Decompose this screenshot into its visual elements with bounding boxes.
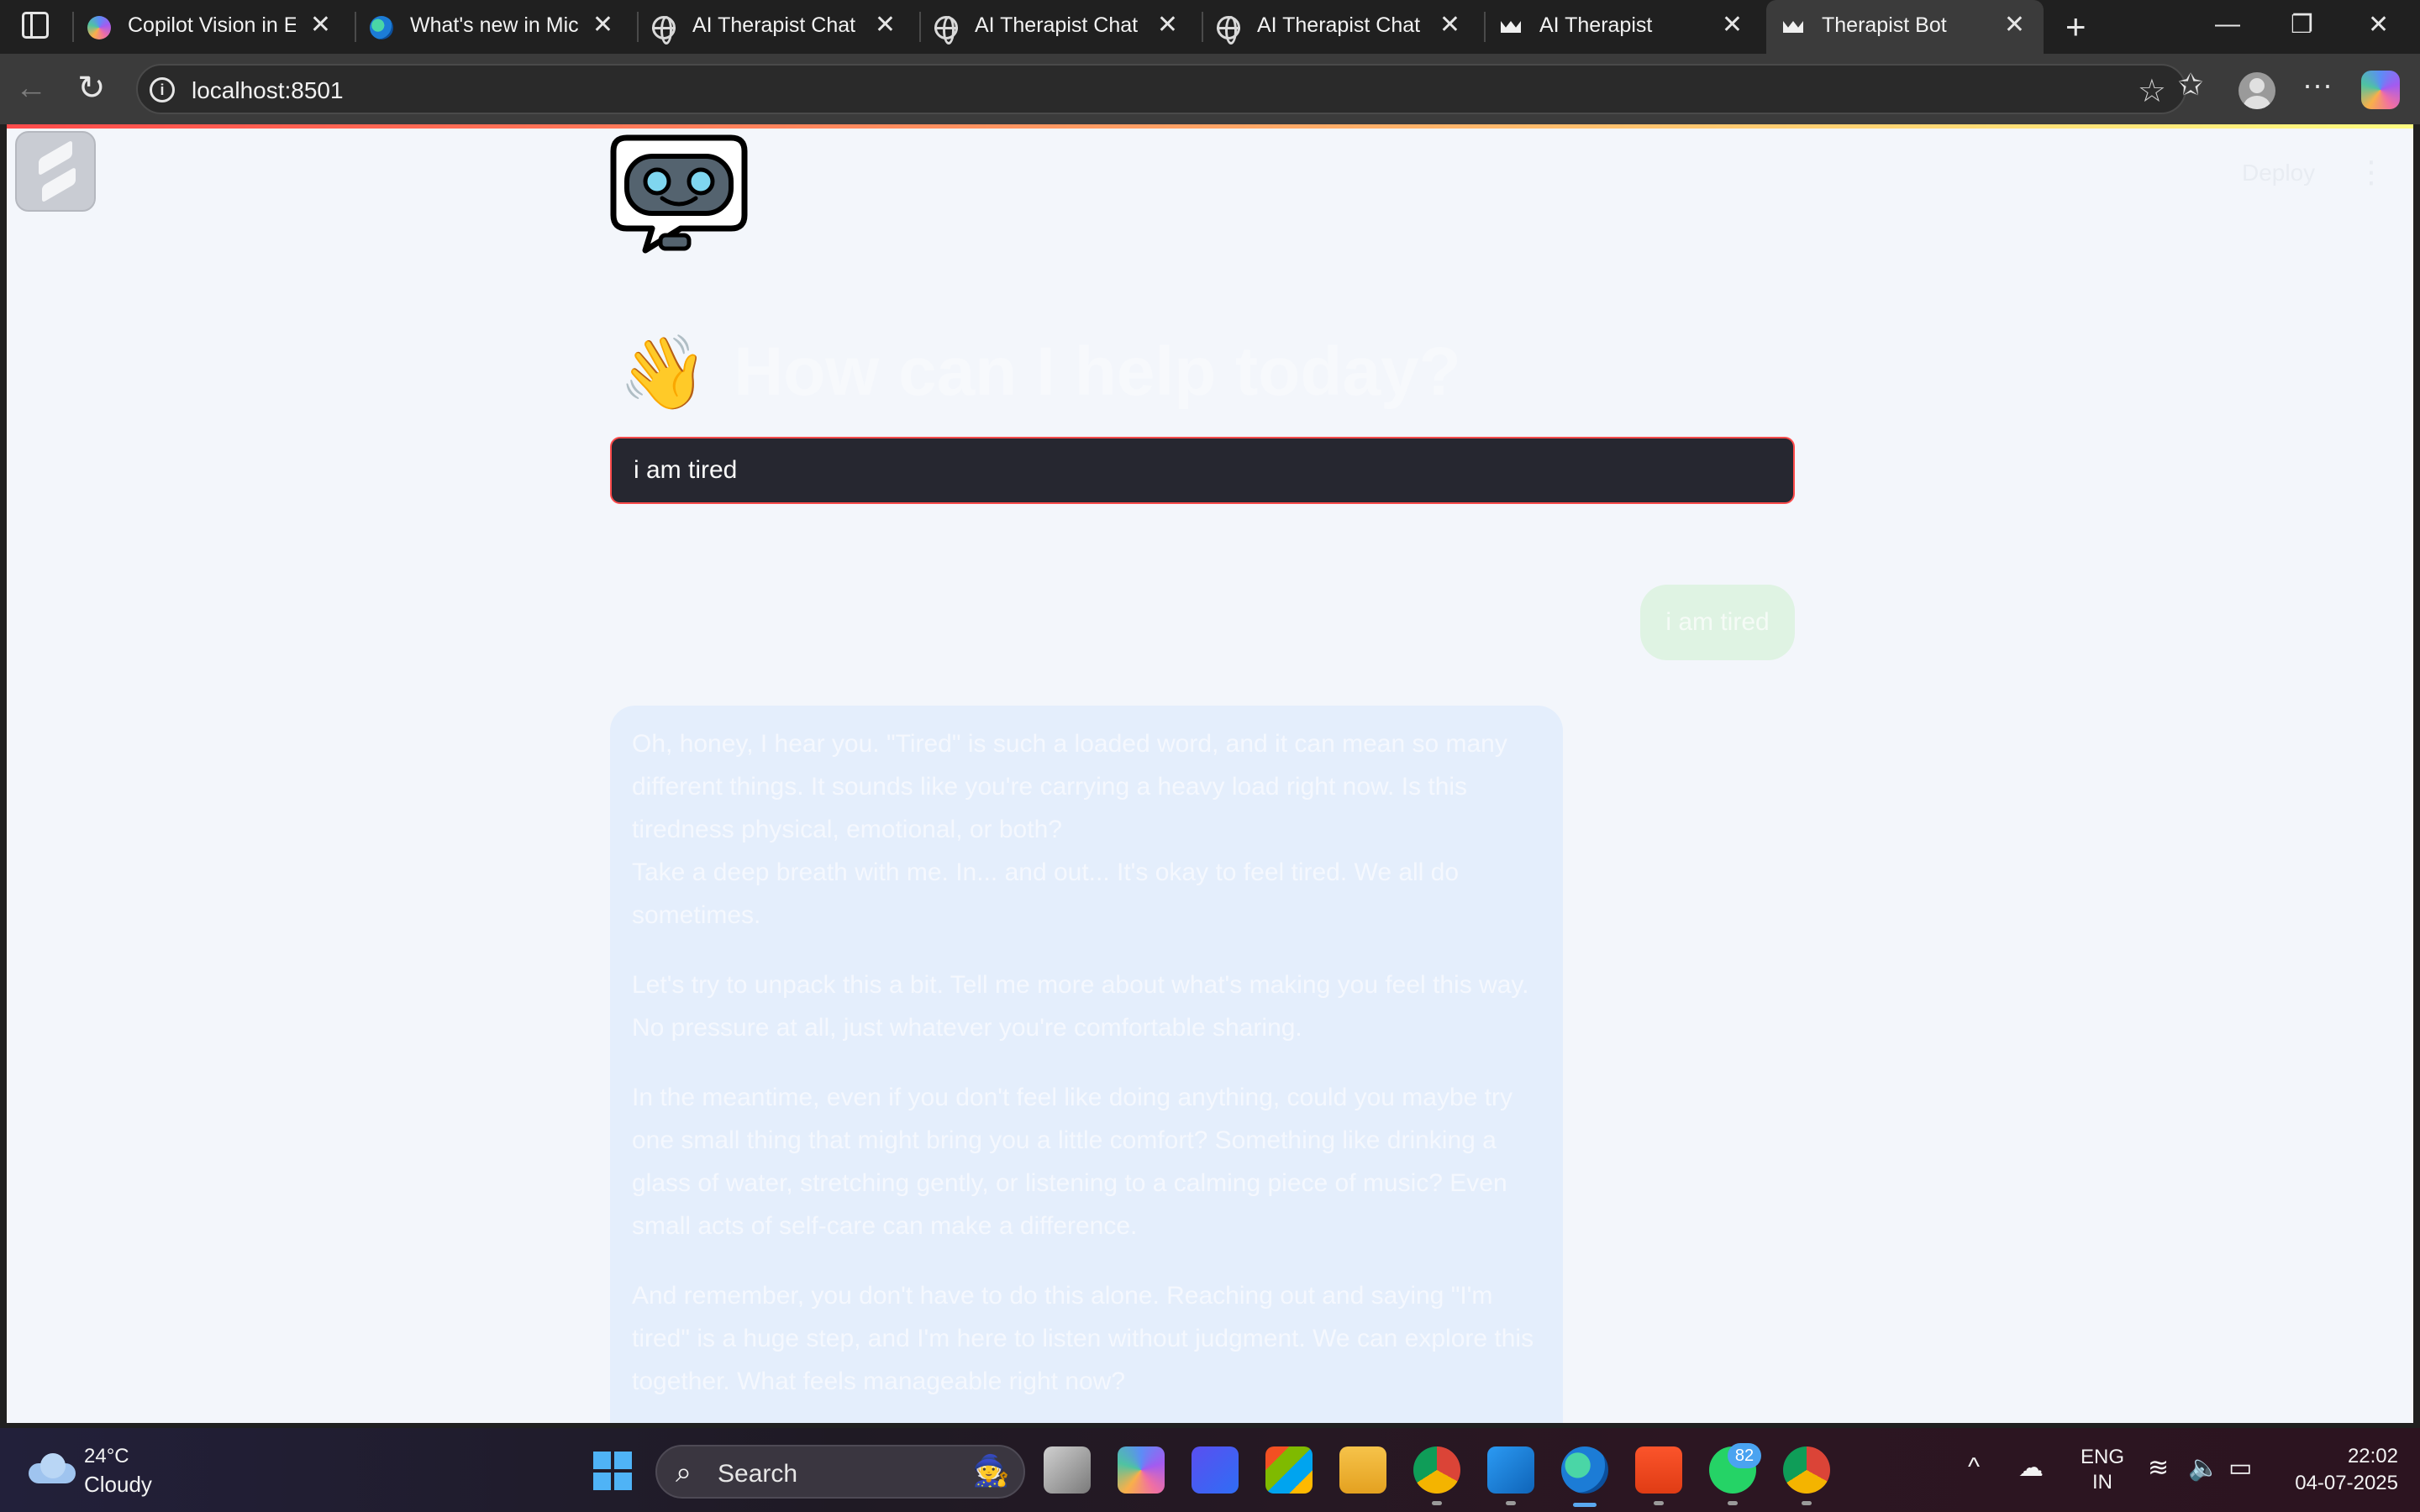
address-url[interactable]: localhost:8501 [192, 77, 344, 104]
streamlit-app-page: Deploy ⋮ 👋 How can I help today? i am ti… [7, 124, 2413, 1423]
vscode-icon[interactable] [1487, 1446, 1534, 1505]
clock-time: 22:02 [2347, 1445, 2398, 1467]
microsoft-store-icon[interactable] [1265, 1446, 1313, 1494]
browser-toolbar: ← ↻ i localhost:8501 ☆ ✩ ··· [0, 54, 2420, 124]
copilot-app-icon[interactable] [1118, 1446, 1165, 1494]
tab-title: AI Therapist [1539, 13, 1653, 37]
tab-whats-new[interactable]: What's new in Microsoft Edge ✕ [355, 0, 632, 54]
streamlit-crown-icon [1499, 16, 1523, 39]
windows-start-icon[interactable] [593, 1452, 632, 1490]
tab-title: What's new in Microsoft Edge [410, 13, 578, 37]
site-info-icon[interactable]: i [150, 77, 175, 102]
taskbar-search-box[interactable]: ⌕ Search 🧙 [655, 1445, 1025, 1499]
windows-taskbar: 24°C Cloudy ⌕ Search 🧙 82 ^ ☁ ENG IN ≋ 🔈… [0, 1428, 2420, 1512]
message-input[interactable]: i am tired [610, 437, 1795, 504]
tab-title: AI Therapist Chat [1257, 13, 1421, 37]
tab-ai-therapist-chat-1[interactable]: AI Therapist Chat ✕ [637, 0, 914, 54]
streamlit-logo-icon[interactable] [15, 131, 96, 212]
edge-icon [370, 16, 393, 39]
language-code: ENG [2081, 1446, 2125, 1468]
close-icon[interactable]: ✕ [2004, 12, 2025, 39]
new-tab-plus-icon[interactable]: + [2065, 7, 2086, 47]
restore-icon[interactable]: ❐ [2291, 10, 2313, 39]
back-arrow-icon[interactable]: ← [15, 71, 47, 107]
chrome-profile-icon[interactable] [1783, 1446, 1830, 1505]
favorite-star-icon[interactable]: ☆ [2138, 72, 2166, 110]
close-icon[interactable]: ✕ [1157, 12, 1178, 39]
page-title: How can I help today? [734, 333, 1461, 410]
bot-message-paragraph: Take a deep breath with me. In... and ou… [632, 858, 1460, 929]
tab-separator [1202, 12, 1203, 42]
cloudy-weather-icon[interactable] [29, 1453, 76, 1483]
copilot-icon [87, 16, 111, 39]
reload-icon[interactable]: ↻ [77, 69, 106, 108]
tab-title: AI Therapist Chat [692, 13, 856, 37]
sidebar-panel-icon[interactable] [22, 12, 49, 39]
window-close-icon[interactable]: ✕ [2368, 10, 2389, 39]
profile-avatar-icon[interactable] [2238, 72, 2275, 109]
weather-temperature[interactable]: 24°C [84, 1445, 129, 1468]
globe-icon [1217, 16, 1240, 45]
onedrive-cloud-icon[interactable]: ☁ [2018, 1453, 2044, 1483]
system-clock[interactable]: 22:02 04-07-2025 [2281, 1443, 2398, 1497]
address-bar[interactable]: i localhost:8501 ☆ [136, 64, 2186, 114]
volume-icon[interactable]: 🔈 [2188, 1453, 2219, 1483]
tab-ai-therapist-chat-3[interactable]: AI Therapist Chat ✕ [1202, 0, 1479, 54]
browser-tab-strip: Copilot Vision in Edge ✕ What's new in M… [0, 0, 2420, 55]
file-explorer-icon[interactable] [1339, 1446, 1386, 1494]
globe-icon [934, 16, 958, 45]
tab-separator [72, 12, 74, 42]
clock-date: 04-07-2025 [2295, 1472, 2398, 1494]
close-icon[interactable]: ✕ [875, 12, 896, 39]
streamlit-crown-icon [1781, 16, 1805, 39]
wifi-icon[interactable]: ≋ [2148, 1453, 2169, 1483]
tab-title: AI Therapist Chat [975, 13, 1139, 37]
close-icon[interactable]: ✕ [1439, 12, 1460, 39]
code-editor-app-icon[interactable] [1192, 1446, 1239, 1494]
whatsapp-unread-badge: 82 [1728, 1443, 1761, 1468]
weather-description[interactable]: Cloudy [84, 1472, 152, 1498]
bot-message-paragraph: Oh, honey, I hear you. "Tired" is such a… [632, 730, 1507, 843]
input-language-indicator[interactable]: ENG IN [2081, 1445, 2124, 1495]
globe-icon [652, 16, 676, 45]
task-view-icon[interactable] [1044, 1446, 1091, 1494]
main-menu-kebab-icon[interactable]: ⋮ [2356, 155, 2386, 190]
more-menu-icon[interactable]: ··· [2302, 67, 2333, 102]
battery-icon[interactable]: ▭ [2228, 1453, 2252, 1483]
tab-separator [919, 12, 921, 42]
favorites-icon[interactable]: ✩ [2178, 67, 2203, 102]
tab-copilot-vision[interactable]: Copilot Vision in Edge ✕ [72, 0, 350, 54]
search-highlight-icon: 🧙 [972, 1453, 1010, 1488]
bot-message-paragraph: In the meantime, even if you don't feel … [632, 1084, 1513, 1240]
tab-separator [637, 12, 639, 42]
bot-message-bubble: Oh, honey, I hear you. "Tired" is such a… [610, 706, 1563, 1423]
tab-separator [1484, 12, 1486, 42]
close-icon[interactable]: ✕ [1722, 12, 1743, 39]
tab-title: Therapist Bot [1822, 13, 1947, 37]
search-icon: ⌕ [676, 1457, 692, 1488]
deploy-button[interactable]: Deploy [2242, 160, 2315, 186]
robot-chat-logo-icon [610, 134, 748, 254]
search-label: Search [718, 1460, 798, 1488]
tab-separator [355, 12, 356, 42]
bot-message-paragraph: Let's try to unpack this a bit. Tell me … [632, 971, 1529, 1042]
tray-overflow-chevron-icon[interactable]: ^ [1968, 1453, 1980, 1482]
close-icon[interactable]: ✕ [310, 12, 331, 39]
chrome-icon[interactable] [1413, 1446, 1460, 1505]
minimize-icon[interactable]: — [2215, 10, 2240, 39]
tab-therapist-bot[interactable]: Therapist Bot ✕ [1766, 0, 2044, 55]
page-title-row: 👋 How can I help today? [618, 326, 1461, 418]
tab-ai-therapist-chat-2[interactable]: AI Therapist Chat ✕ [919, 0, 1197, 54]
user-message-bubble: i am tired [1640, 585, 1795, 660]
waving-hand-icon: 👋 [618, 332, 709, 413]
copilot-sidebar-icon[interactable] [2361, 71, 2400, 109]
tab-title: Copilot Vision in Edge [128, 13, 296, 37]
close-icon[interactable]: ✕ [592, 12, 613, 39]
edge-taskbar-icon[interactable] [1561, 1446, 1608, 1507]
bot-message-paragraph: And remember, you don't have to do this … [632, 1282, 1534, 1395]
brave-icon[interactable] [1635, 1446, 1682, 1505]
tab-ai-therapist[interactable]: AI Therapist ✕ [1484, 0, 1761, 54]
language-region: IN [2092, 1471, 2112, 1494]
